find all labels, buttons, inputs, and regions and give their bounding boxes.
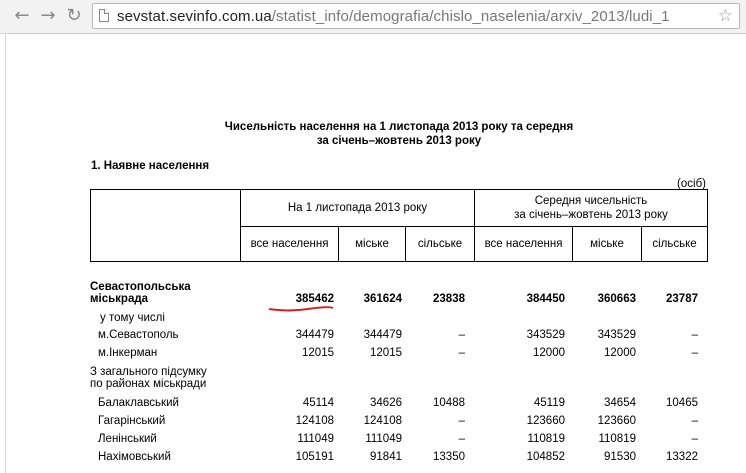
cell-value: 91530 (604, 451, 636, 463)
cell-value: – (458, 415, 465, 427)
cell-value: – (458, 347, 465, 359)
cell-value: 34626 (370, 397, 402, 409)
cell-value: 385462 (295, 293, 334, 305)
table-row: Нахімовський 105191 91841 13350 104852 9… (90, 451, 708, 467)
row-name: Ленінський (98, 433, 157, 445)
cell-value: – (691, 415, 698, 427)
cell-value: 12000 (533, 347, 565, 359)
doc-title-line2: за січень–жовтень 2013 року (316, 135, 482, 147)
row-name-line2: міськрада (90, 293, 149, 305)
row-name: м.Інкерман (98, 347, 158, 359)
cell-value: 23787 (666, 293, 698, 305)
cell-value: 110819 (598, 433, 636, 445)
cell-value: 123660 (526, 415, 565, 427)
section-title: 1. Наявне населення (91, 160, 210, 172)
cell-value: 343529 (597, 329, 636, 341)
table-row: Ленінський 111049 111049 – 110819 110819… (90, 433, 708, 449)
url-path: /statist_info/demografia/chislo_naseleni… (271, 8, 670, 25)
table-row: З загального підсумку по районах міськра… (90, 366, 708, 394)
row-name-line2: по районах міськради (90, 378, 207, 390)
header-urban: міське (355, 238, 389, 250)
table-row: Балаклавський 45114 34626 10488 45119 34… (90, 397, 708, 413)
cell-value: – (458, 433, 465, 445)
cell-value: 10488 (433, 397, 465, 409)
header-group-average: Середня чисельність за січень–жовтень 20… (475, 190, 707, 226)
page-icon (99, 9, 109, 22)
row-name: Балаклавський (98, 397, 179, 409)
row-name: Гагарінський (98, 415, 166, 427)
cell-value: – (691, 347, 698, 359)
cell-value: 45119 (533, 397, 565, 409)
cell-value: 123660 (597, 415, 636, 427)
row-name: у тому числі (100, 312, 165, 324)
table-header: На 1 листопада 2013 року Середня чисельн… (90, 189, 708, 262)
header-urban-average: міське (590, 238, 624, 250)
row-name-line1: З загального підсумку (90, 366, 207, 378)
header-group-average-line1: Середня чисельність (534, 195, 648, 207)
url-host: sevstat.sevinfo.com.ua (117, 8, 272, 25)
forward-button[interactable]: → (38, 6, 58, 26)
cell-value: – (691, 433, 698, 445)
cell-value: 124108 (295, 415, 334, 427)
table-row: м.Інкерман 12015 12015 – 12000 12000 – (90, 347, 708, 363)
row-name: м.Севастополь (98, 329, 179, 341)
header-rural: сільське (417, 238, 463, 250)
reload-icon: ↻ (66, 5, 82, 26)
header-group-nov1: На 1 листопада 2013 року (287, 202, 428, 214)
table-row: Севастопольська міськрада 385462 361624 … (90, 281, 708, 311)
header-group-average-line2: за січень–жовтень 2013 року (514, 209, 668, 221)
row-name: Нахімовський (98, 451, 171, 463)
cell-value: 344479 (363, 329, 402, 341)
cell-value: 91841 (370, 451, 402, 463)
star-icon[interactable]: ☆ (718, 6, 733, 26)
page-edge (5, 34, 6, 473)
cell-value: 12015 (302, 347, 334, 359)
table-row: у тому числі (90, 312, 708, 328)
header-all: все населення (250, 238, 329, 250)
cell-value: 384450 (526, 293, 565, 305)
header-rural-average: сільське (652, 238, 697, 250)
cell-value: 344479 (295, 329, 334, 341)
address-bar[interactable]: sevstat.sevinfo.com.ua/statist_info/demo… (92, 3, 740, 29)
cell-value: 12015 (370, 347, 402, 359)
cell-value: 104852 (526, 451, 565, 463)
table-row: м.Севастополь 344479 344479 – 343529 343… (90, 329, 708, 345)
cell-value: – (458, 329, 465, 341)
row-name-line1: Севастопольська (90, 281, 191, 293)
header-all-average: все населення (484, 238, 563, 250)
cell-value: 124108 (363, 415, 402, 427)
cell-value: 10465 (666, 397, 698, 409)
cell-value: 360663 (597, 293, 636, 305)
cell-value: 45114 (302, 397, 334, 409)
cell-value: 23838 (433, 293, 465, 305)
cell-value: 13322 (666, 451, 698, 463)
back-button[interactable]: ← (12, 6, 32, 26)
url-text[interactable]: sevstat.sevinfo.com.ua/statist_info/demo… (117, 8, 670, 25)
table-row: Гагарінський 124108 124108 – 123660 1236… (90, 415, 708, 431)
cell-value: 110819 (527, 433, 565, 445)
cell-value: 105191 (295, 451, 334, 463)
cell-value: 34654 (604, 397, 636, 409)
cell-value: – (691, 329, 698, 341)
reload-button[interactable]: ↻ (64, 6, 84, 26)
cell-value: 361624 (363, 293, 402, 305)
arrow-right-icon: → (40, 5, 56, 26)
cell-value: 13350 (433, 451, 465, 463)
arrow-left-icon: ← (14, 5, 30, 26)
doc-title-line1: Чисельність населення на 1 листопада 201… (224, 121, 574, 133)
cell-value: 111049 (365, 433, 402, 445)
cell-value: 12000 (604, 347, 636, 359)
cell-value: 343529 (526, 329, 565, 341)
cell-value: 111049 (297, 433, 334, 445)
browser-toolbar: ← → ↻ sevstat.sevinfo.com.ua/statist_inf… (0, 0, 746, 34)
